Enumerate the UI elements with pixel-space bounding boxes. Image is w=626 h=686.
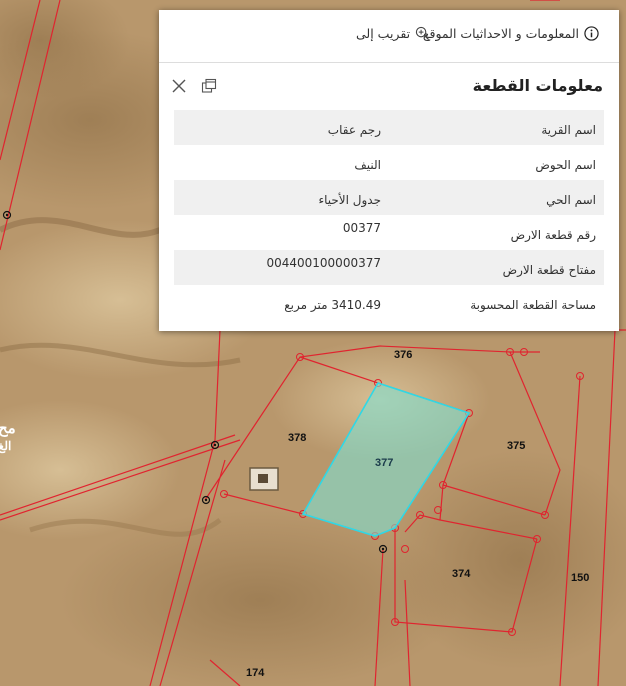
table-row: اسم الحي جدول الأحياء (174, 180, 604, 215)
parcel-label-174: 174 (246, 667, 265, 679)
attribute-name: رقم قطعة الارض (510, 228, 596, 242)
table-row: مساحة القطعة المحسوبة 3410.49 متر مربع (174, 285, 604, 320)
parcel-label-378: 378 (288, 432, 306, 444)
attribute-table: اسم القرية رجم عقاب اسم الحوض النيف اسم … (174, 110, 604, 320)
attribute-value: جدول الأحياء (318, 193, 381, 207)
parcel-label-150: 150 (571, 572, 589, 584)
parcel-label-375: 375 (507, 440, 525, 452)
attribute-name: اسم القرية (541, 123, 596, 137)
parcel-label-377: 377 (375, 457, 393, 469)
info-icon (584, 26, 599, 41)
table-row: اسم الحوض النيف (174, 145, 604, 180)
parcel-label-376: 376 (394, 349, 412, 361)
info-coordinates-label: المعلومات و الاحداثيات الموقع (422, 26, 579, 41)
parcel-label-374: 374 (452, 568, 471, 580)
attribute-name: مفتاح قطعة الارض (502, 263, 596, 277)
zoom-in-icon (415, 26, 430, 41)
attribute-value: 004400100000377 (266, 256, 381, 270)
popup-title: معلومات القطعة (472, 76, 603, 95)
zoom-to-action[interactable]: تقريب إلى (356, 26, 430, 41)
map-edge-label-2: الغ (0, 439, 11, 454)
attribute-value: 3410.49 متر مربع (284, 298, 381, 312)
dock-icon[interactable] (201, 78, 217, 94)
table-row: مفتاح قطعة الارض 004400100000377 (174, 250, 604, 285)
attribute-name: اسم الحي (546, 193, 596, 207)
attribute-value: رجم عقاب (327, 123, 381, 137)
attribute-name: اسم الحوض (535, 158, 596, 172)
close-icon[interactable] (171, 78, 187, 94)
attribute-value: 00377 (342, 221, 381, 235)
attribute-name: مساحة القطعة المحسوبة (470, 298, 596, 312)
map-edge-label: مح (0, 420, 16, 437)
parcel-info-popup: المعلومات و الاحداثيات الموقع تقريب إلى … (159, 10, 619, 331)
info-coordinates-action[interactable]: المعلومات و الاحداثيات الموقع (423, 26, 599, 41)
table-row: اسم القرية رجم عقاب (174, 110, 604, 145)
attribute-value: النيف (354, 158, 381, 172)
zoom-to-label: تقريب إلى (356, 26, 411, 41)
popup-action-bar: المعلومات و الاحداثيات الموقع تقريب إلى (159, 10, 619, 63)
table-row: رقم قطعة الارض 00377 (174, 215, 604, 250)
